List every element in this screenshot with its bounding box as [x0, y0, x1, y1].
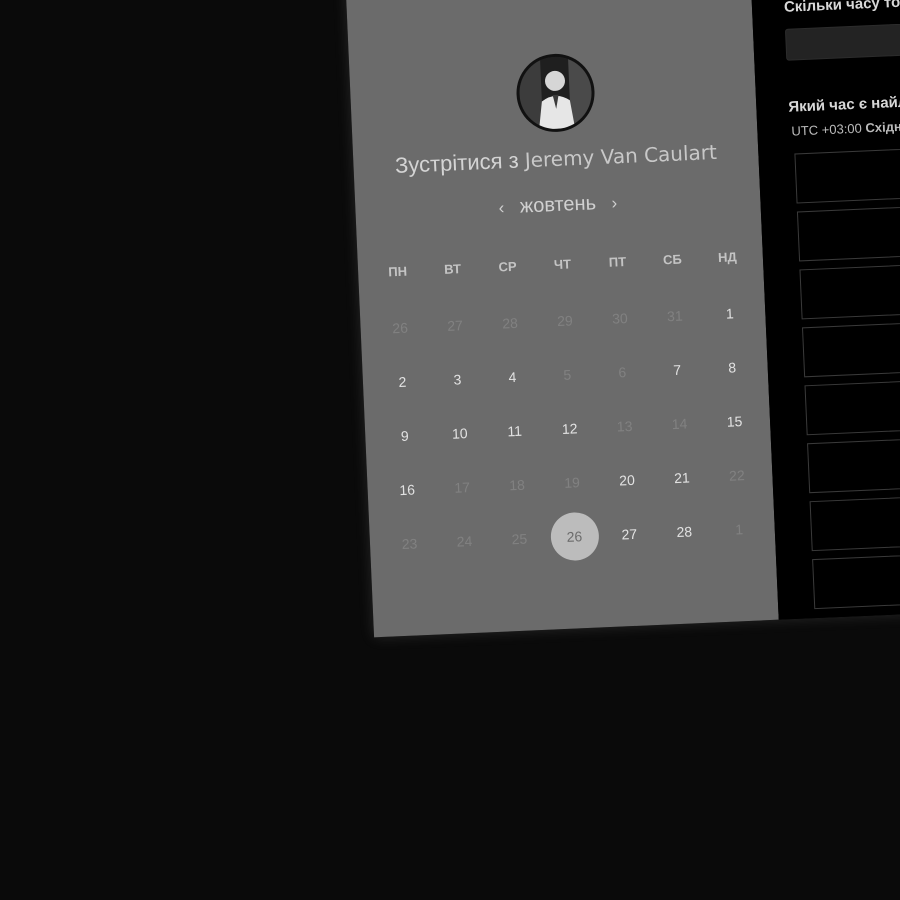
calendar-day[interactable]: 9: [376, 408, 433, 464]
time-label: Який час є найл: [787, 93, 900, 116]
time-slot[interactable]: [799, 252, 900, 320]
next-month-icon[interactable]: ›: [601, 193, 628, 214]
month-navigation: ‹ жовтень ›: [355, 185, 761, 226]
calendar-day[interactable]: 1: [701, 285, 758, 341]
calendar-day[interactable]: 8: [704, 339, 761, 395]
calendar-day: 18: [508, 476, 526, 494]
calendar-day: 17: [454, 479, 471, 496]
weekday-tue: ВТ: [443, 261, 462, 277]
timezone-text: UTC +03:00 Східн: [791, 119, 900, 139]
calendar-day: 28: [501, 314, 519, 332]
weekday-wed: СР: [498, 258, 517, 275]
calendar-day[interactable]: 11: [486, 403, 543, 459]
calendar-day: 13: [616, 417, 633, 435]
calendar-day[interactable]: 4: [484, 349, 541, 405]
calendar-day[interactable]: 16: [379, 462, 436, 518]
time-slot[interactable]: [796, 194, 900, 262]
title-prefix: Зустрітися з: [394, 147, 520, 178]
weekday-thu: ЧТ: [553, 256, 572, 273]
calendar-day: 30: [611, 309, 629, 327]
calendar-day[interactable]: 21: [653, 450, 710, 506]
calendar-day: 19: [563, 474, 581, 491]
calendar-day[interactable]: 20: [598, 452, 655, 508]
calendar-day: 29: [556, 312, 574, 330]
timezone-name: Східн: [865, 118, 900, 136]
time-slot[interactable]: [794, 136, 900, 204]
calendar-day[interactable]: 2: [374, 354, 431, 410]
calendar-day[interactable]: 7: [649, 342, 706, 398]
weekday-header: ПН ВТ СР ЧТ ПТ СБ НД: [370, 248, 755, 280]
weekday-mon: ПН: [387, 263, 408, 280]
page-title: Зустрітися з Jeremy Van Caulart: [353, 137, 759, 181]
time-slot[interactable]: [807, 426, 900, 494]
weekday-fri: ПТ: [608, 254, 627, 270]
calendar-day[interactable]: 27: [601, 506, 658, 562]
host-photo-icon: [517, 55, 594, 131]
time-slot[interactable]: [804, 368, 900, 436]
duration-label: Скільки часу то: [783, 0, 900, 16]
duration-select[interactable]: [784, 12, 900, 61]
calendar-day[interactable]: 28: [656, 504, 713, 560]
weekday-sun: НД: [717, 249, 737, 265]
host-name: Jeremy Van Caulart: [524, 139, 718, 173]
calendar-day: 31: [666, 307, 683, 325]
selected-day[interactable]: 26: [549, 511, 600, 562]
calendar-day[interactable]: 15: [706, 393, 763, 449]
calendar-grid: 26 27 28 29 30 31 1 2 3 4 5 6 7 8 9 10 1…: [371, 285, 767, 572]
calendar-day: 26: [391, 319, 409, 337]
calendar-day: 27: [446, 317, 464, 334]
calendar-panel: Зустрітися з Jeremy Van Caulart ‹ жовтен…: [344, 0, 779, 638]
time-slot[interactable]: [812, 542, 900, 610]
weekday-sat: СБ: [662, 251, 683, 268]
calendar-day[interactable]: 12: [541, 400, 598, 456]
calendar-day: 5: [563, 366, 572, 383]
calendar-day: 24: [456, 532, 473, 550]
selected-day-cell: 26: [546, 508, 603, 564]
screen: Зустрітися з Jeremy Van Caulart ‹ жовтен…: [0, 0, 900, 900]
calendar-day[interactable]: 3: [429, 351, 486, 407]
calendar-day: 14: [671, 415, 688, 433]
prev-month-icon[interactable]: ‹: [488, 198, 515, 219]
calendar-day: 25: [511, 530, 528, 548]
timezone-offset: UTC +03:00: [791, 120, 863, 139]
month-label: жовтень: [519, 192, 597, 218]
host-avatar: [514, 52, 597, 134]
booking-card: Зустрітися з Jeremy Van Caulart ‹ жовтен…: [344, 0, 900, 638]
calendar-day[interactable]: 10: [431, 405, 488, 461]
calendar-day: 1: [734, 521, 744, 538]
calendar-day: 22: [728, 467, 746, 484]
calendar-day: 23: [401, 535, 418, 553]
time-slot[interactable]: [809, 484, 900, 552]
time-slot[interactable]: [801, 310, 900, 378]
calendar-day: 6: [618, 364, 627, 381]
